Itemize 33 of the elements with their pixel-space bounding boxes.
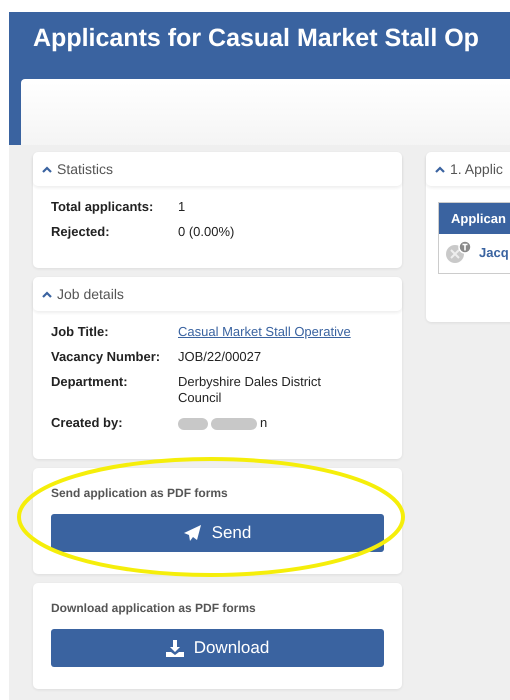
field-label: Department:	[51, 374, 129, 391]
avatar-status-icon	[445, 240, 473, 264]
column-header: Applican	[439, 203, 510, 234]
field-value: JOB/22/00027	[178, 349, 262, 365]
job-title-link[interactable]: Casual Market Stall Operative	[178, 324, 358, 340]
field-value: 0 (0.00%)	[178, 224, 236, 240]
card-header[interactable]: Statistics	[33, 152, 402, 186]
page-title: Applicants for Casual Market Stall Op	[32, 23, 480, 54]
redaction-mark	[211, 418, 257, 430]
action-caption: Download application as PDF forms	[51, 601, 257, 615]
card-title: 1. Applic	[450, 161, 503, 177]
field-value: Derbyshire Dales District Council	[178, 374, 322, 406]
caret-up-icon	[42, 166, 52, 172]
redaction-mark	[178, 418, 208, 430]
card-header[interactable]: 1. Applic	[426, 152, 510, 186]
card-header[interactable]: Job details	[33, 277, 402, 311]
card-title: Statistics	[57, 161, 114, 177]
applicant-name[interactable]: Jacq	[479, 244, 509, 260]
field-label: Vacancy Number:	[51, 349, 162, 365]
action-caption: Send application as PDF forms	[51, 486, 229, 500]
field-value: n	[260, 415, 268, 430]
field-label: Job Title:	[51, 324, 110, 340]
field-label: Rejected:	[51, 224, 111, 240]
caret-up-icon	[42, 290, 52, 298]
field-value: 1	[178, 199, 186, 215]
field-label: Total applicants:	[51, 199, 154, 215]
caret-up-icon	[435, 166, 445, 172]
paper-plane-icon	[184, 525, 202, 541]
field-label: Created by:	[51, 415, 124, 431]
card-title: Job details	[57, 286, 124, 302]
download-button[interactable]: Download	[51, 629, 384, 667]
send-button[interactable]: Send	[51, 514, 384, 552]
download-icon	[166, 640, 184, 656]
